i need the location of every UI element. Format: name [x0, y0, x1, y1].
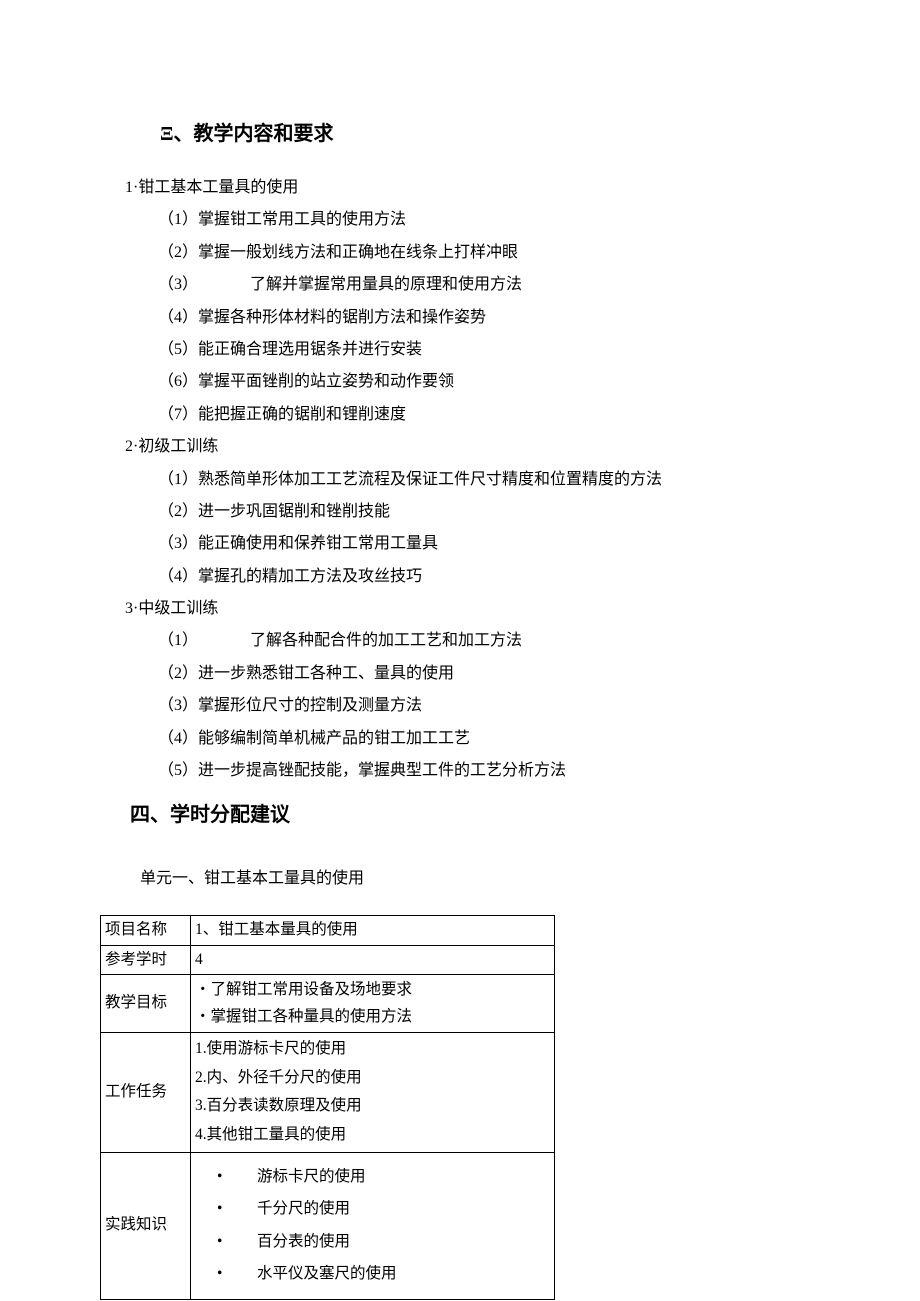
- row-1-label: 项目名称: [101, 915, 191, 945]
- table-row: 参考学时 4: [101, 945, 555, 975]
- practice-1: •游标卡尺的使用: [195, 1161, 550, 1194]
- item-1-sub-2: （2）掌握一般划线方法和正确地在线条上打样冲眼: [100, 238, 820, 268]
- item-3-sub-5: （5）进一步提高锉配技能，掌握典型工件的工艺分析方法: [100, 756, 820, 786]
- practice-4: •水平仪及塞尺的使用: [195, 1258, 550, 1291]
- item-1-sub-7: （7）能把握正确的锯削和锂削速度: [100, 400, 820, 430]
- task-2: 2.内、外径千分尺的使用: [195, 1064, 550, 1093]
- item-3-sub-1-prefix: （1）: [158, 632, 198, 649]
- bullet-icon: •: [217, 1258, 257, 1291]
- section-4-heading: 四、学时分配建议: [100, 796, 820, 834]
- hours-table: 项目名称 1、钳工基本量具的使用 参考学时 4 教学目标 ・了解钳工常用设备及场…: [100, 915, 555, 1300]
- row-3-label: 教学目标: [101, 975, 191, 1033]
- practice-3: •百分表的使用: [195, 1226, 550, 1259]
- row-4-value: 1.使用游标卡尺的使用 2.内、外径千分尺的使用 3.百分表读数原理及使用 4.…: [191, 1033, 555, 1153]
- row-1-value: 1、钳工基本量具的使用: [191, 915, 555, 945]
- bullet-icon: •: [217, 1193, 257, 1226]
- item-2-sub-1: （1）熟悉简单形体加工工艺流程及保证工件尺寸精度和位置精度的方法: [100, 465, 820, 495]
- row-2-value: 4: [191, 945, 555, 975]
- task-3: 3.百分表读数原理及使用: [195, 1092, 550, 1121]
- bullet-icon: •: [217, 1226, 257, 1259]
- task-1: 1.使用游标卡尺的使用: [195, 1035, 550, 1064]
- row-5-label: 实践知识: [101, 1152, 191, 1299]
- item-3-title: 3·中级工训练: [100, 594, 820, 624]
- table-row: 实践知识 •游标卡尺的使用 •千分尺的使用 •百分表的使用 •水平仪及塞尺的使用: [101, 1152, 555, 1299]
- item-2-title: 2·初级工训练: [100, 432, 820, 462]
- item-3-sub-4: （4）能够编制简单机械产品的钳工加工工艺: [100, 724, 820, 754]
- unit-1-title: 单元一、钳工基本工量具的使用: [100, 864, 820, 894]
- item-1-sub-4: （4）掌握各种形体材料的锯削方法和操作姿势: [100, 303, 820, 333]
- table-row: 项目名称 1、钳工基本量具的使用: [101, 915, 555, 945]
- table-row: 工作任务 1.使用游标卡尺的使用 2.内、外径千分尺的使用 3.百分表读数原理及…: [101, 1033, 555, 1153]
- item-3-sub-3: （3）掌握形位尺寸的控制及测量方法: [100, 691, 820, 721]
- row-5-value: •游标卡尺的使用 •千分尺的使用 •百分表的使用 •水平仪及塞尺的使用: [191, 1152, 555, 1299]
- item-1-sub-3: （3） 了解并掌握常用量具的原理和使用方法: [100, 270, 820, 300]
- row-2-label: 参考学时: [101, 945, 191, 975]
- practice-2: •千分尺的使用: [195, 1193, 550, 1226]
- item-1-sub-3-body: 了解并掌握常用量具的原理和使用方法: [250, 276, 522, 293]
- goal-2: ・掌握钳工各种量具的使用方法: [195, 1004, 550, 1030]
- item-1-title: 1·钳工基本工量具的使用: [100, 173, 820, 203]
- item-3-sub-1: （1） 了解各种配合件的加工工艺和加工方法: [100, 626, 820, 656]
- item-3-sub-2: （2）进一步熟悉钳工各种工、量具的使用: [100, 659, 820, 689]
- table-row: 教学目标 ・了解钳工常用设备及场地要求 ・掌握钳工各种量具的使用方法: [101, 975, 555, 1033]
- item-3-sub-1-body: 了解各种配合件的加工工艺和加工方法: [250, 632, 522, 649]
- item-1-sub-6: （6）掌握平面锉削的站立姿势和动作要领: [100, 367, 820, 397]
- item-2-sub-2: （2）进一步巩固锯削和锉削技能: [100, 497, 820, 527]
- row-3-value: ・了解钳工常用设备及场地要求 ・掌握钳工各种量具的使用方法: [191, 975, 555, 1033]
- item-1-sub-5: （5）能正确合理选用锯条并进行安装: [100, 335, 820, 365]
- item-1-sub-1: （1）掌握钳工常用工具的使用方法: [100, 205, 820, 235]
- bullet-icon: •: [217, 1161, 257, 1194]
- item-2-sub-3: （3）能正确使用和保养钳工常用工量具: [100, 529, 820, 559]
- goal-1: ・了解钳工常用设备及场地要求: [195, 977, 550, 1003]
- task-4: 4.其他钳工量具的使用: [195, 1121, 550, 1150]
- row-4-label: 工作任务: [101, 1033, 191, 1153]
- item-2-sub-4: （4）掌握孔的精加工方法及攻丝技巧: [100, 562, 820, 592]
- section-3-heading: Ξ、教学内容和要求: [100, 115, 820, 153]
- item-1-sub-3-prefix: （3）: [158, 276, 198, 293]
